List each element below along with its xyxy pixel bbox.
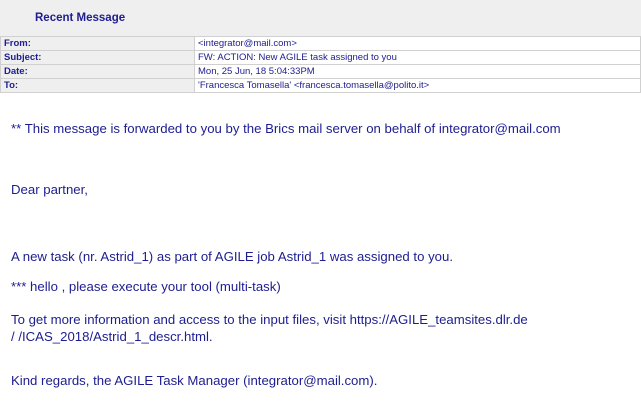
message-panel: Recent Message From: <integrator@mail.co…	[0, 0, 641, 93]
meta-row-date: Date: Mon, 25 Jun, 18 5:04:33PM	[0, 64, 641, 79]
message-body: ** This message is forwarded to you by t…	[11, 120, 639, 389]
date-value: Mon, 25 Jun, 18 5:04:33PM	[194, 64, 641, 79]
info-line-1: To get more information and access to th…	[11, 312, 528, 327]
greeting: Dear partner,	[11, 182, 88, 197]
meta-row-to: To: 'Francesca Tomasella' <francesca.tom…	[0, 78, 641, 93]
panel-title: Recent Message	[0, 0, 641, 36]
from-value: <integrator@mail.com>	[194, 36, 641, 51]
message-metadata-table: From: <integrator@mail.com> Subject: FW:…	[0, 36, 641, 93]
subject-label: Subject:	[0, 50, 195, 65]
closing-line: Kind regards, the AGILE Task Manager (in…	[11, 373, 378, 388]
subject-value: FW: ACTION: New AGILE task assigned to y…	[194, 50, 641, 65]
instruction-line: *** hello , please execute your tool (mu…	[11, 279, 281, 294]
info-line-2: / /ICAS_2018/Astrid_1_descr.html.	[11, 329, 213, 344]
meta-row-subject: Subject: FW: ACTION: New AGILE task assi…	[0, 50, 641, 65]
from-label: From:	[0, 36, 195, 51]
task-assignment-line: A new task (nr. Astrid_1) as part of AGI…	[11, 249, 454, 264]
to-label: To:	[0, 78, 195, 93]
date-label: Date:	[0, 64, 195, 79]
meta-row-from: From: <integrator@mail.com>	[0, 36, 641, 51]
to-value: 'Francesca Tomasella' <francesca.tomasel…	[194, 78, 641, 93]
forward-notice: ** This message is forwarded to you by t…	[11, 121, 561, 136]
